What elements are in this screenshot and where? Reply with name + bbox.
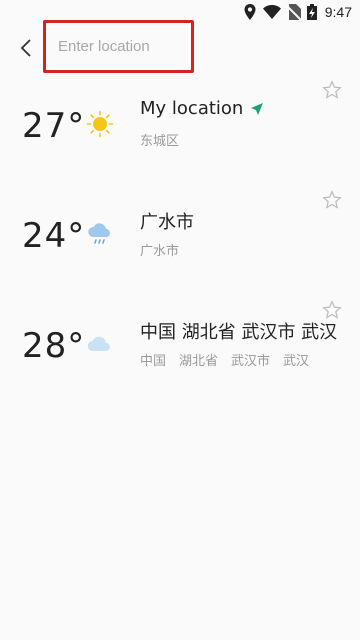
battery-charging-icon xyxy=(306,4,317,20)
cloud-icon xyxy=(86,330,114,358)
chevron-left-icon xyxy=(20,39,31,57)
no-sim-icon xyxy=(286,4,301,20)
location-title: 中国 湖北省 武汉市 武汉 xyxy=(140,318,337,344)
location-list: 27° My location 东城区 24° 广水市 广水市 28° 中国 湖… xyxy=(0,80,360,410)
location-name: 中国 湖北省 武汉市 武汉 xyxy=(140,322,338,343)
location-name: 广水市 xyxy=(140,212,194,233)
sun-icon xyxy=(86,110,114,138)
status-time: 9:47 xyxy=(324,4,352,20)
wifi-icon xyxy=(262,5,281,19)
location-subtitle: 东城区 xyxy=(140,134,180,149)
location-subtitle: 广水市 xyxy=(140,244,180,259)
favorite-star-button[interactable] xyxy=(322,80,342,100)
location-title: 广水市 xyxy=(140,208,194,234)
location-item[interactable]: 24° 广水市 广水市 xyxy=(0,190,360,300)
location-item[interactable]: 28° 中国 湖北省 武汉市 武汉 中国 湖北省 武汉市 武汉 xyxy=(0,300,360,410)
location-pin-icon xyxy=(243,4,257,20)
star-outline-icon xyxy=(322,190,342,209)
back-button[interactable] xyxy=(12,34,40,62)
current-location-arrow-icon xyxy=(251,102,264,115)
temperature: 24° xyxy=(22,216,86,256)
temperature: 28° xyxy=(22,326,86,366)
favorite-star-button[interactable] xyxy=(322,300,342,320)
favorite-star-button[interactable] xyxy=(322,190,342,210)
temperature: 27° xyxy=(22,106,86,146)
location-search-input[interactable] xyxy=(56,33,190,59)
location-title: My location xyxy=(140,98,264,119)
search-highlight-box xyxy=(43,20,194,73)
location-name: My location xyxy=(140,98,244,119)
location-item[interactable]: 27° My location 东城区 xyxy=(0,80,360,190)
rain-cloud-icon xyxy=(86,220,114,248)
location-subtitle: 中国 湖北省 武汉市 武汉 xyxy=(140,354,310,369)
star-outline-icon xyxy=(322,300,342,319)
star-outline-icon xyxy=(322,80,342,99)
